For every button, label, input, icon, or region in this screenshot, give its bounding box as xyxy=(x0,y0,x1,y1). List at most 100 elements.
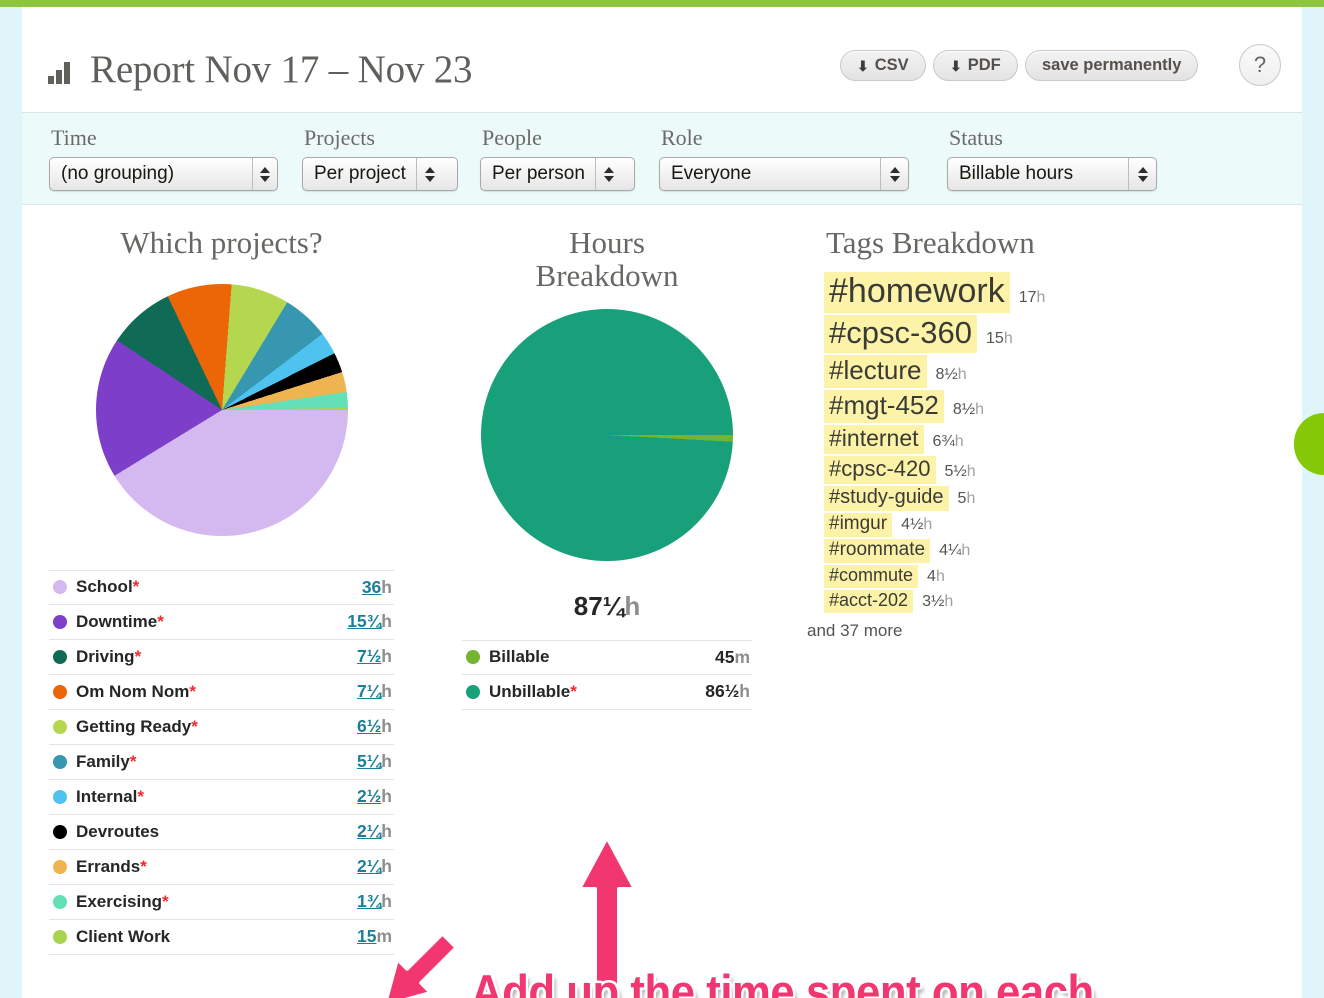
legend-item-label: Family* xyxy=(76,751,137,771)
tag-chip[interactable]: #roommate xyxy=(824,538,931,563)
billable-asterisk: * xyxy=(191,716,198,736)
legend-row[interactable]: Om Nom Nom* 7¼h xyxy=(49,675,394,710)
legend-row[interactable]: Downtime* 15¾h xyxy=(49,605,394,640)
tag-chip[interactable]: #commute xyxy=(824,564,919,588)
tag-value: 4½h xyxy=(901,515,933,533)
legend-item-label: Billable xyxy=(489,647,550,667)
tag-value-unit: h xyxy=(944,592,954,610)
tag-row: #mgt-452 8½h xyxy=(824,389,1204,423)
chevron-updown-icon xyxy=(252,158,277,190)
legend-value-unit: h xyxy=(381,786,392,807)
tag-row: #homework 17h xyxy=(824,271,1204,313)
legend-value-unit: h xyxy=(381,646,392,667)
tag-chip[interactable]: #cpsc-420 xyxy=(824,455,936,484)
tag-chip[interactable]: #acct-202 xyxy=(824,589,914,613)
legend-row[interactable]: Family* 5¼h xyxy=(49,745,394,780)
tag-value-unit: h xyxy=(966,462,976,480)
hours-total-value: 87¼ xyxy=(573,590,625,621)
projects-select[interactable]: Per project xyxy=(302,157,458,191)
projects-section-title: Which projects? xyxy=(120,225,323,260)
legend-row[interactable]: Client Work 15m xyxy=(49,920,394,955)
legend-item-value[interactable]: 15¾h xyxy=(347,611,392,632)
people-select[interactable]: Per person xyxy=(480,157,635,191)
tag-row: #cpsc-420 5½h xyxy=(824,455,1204,484)
legend-value-link[interactable]: 15¾ xyxy=(347,611,381,631)
filter-status: Status Billable hours xyxy=(909,113,1157,191)
filter-status-label: Status xyxy=(949,125,1003,150)
legend-item-value[interactable]: 7½h xyxy=(357,646,392,667)
hours-total: 87¼h xyxy=(462,591,752,622)
export-pdf-button[interactable]: ⬇ PDF xyxy=(933,50,1018,81)
tag-chip[interactable]: #cpsc-360 xyxy=(824,314,978,353)
tag-row: #internet 6¾h xyxy=(824,424,1204,454)
tag-value-unit: h xyxy=(957,365,967,383)
filter-bar: Time (no grouping) Projects Per project … xyxy=(22,113,1302,205)
tag-value: 4h xyxy=(927,567,945,585)
legend-item-value[interactable]: 2½h xyxy=(357,786,392,807)
filter-projects-label: Projects xyxy=(304,125,375,150)
legend-value-link[interactable]: 1¾ xyxy=(357,891,381,911)
hours-section: Hours Breakdown 87¼h Billable 45m Unbillab… xyxy=(462,226,752,710)
tag-chip[interactable]: #homework xyxy=(824,271,1010,313)
save-permanently-button[interactable]: save permanently xyxy=(1025,50,1199,81)
legend-row[interactable]: Getting Ready* 6½h xyxy=(49,710,394,745)
legend-value-link[interactable]: 2½ xyxy=(357,786,381,806)
role-select[interactable]: Everyone xyxy=(659,157,909,191)
billable-asterisk: * xyxy=(140,856,147,876)
status-select[interactable]: Billable hours xyxy=(947,157,1157,191)
legend-item-label: Client Work xyxy=(76,926,171,946)
help-button[interactable]: ? xyxy=(1239,44,1281,86)
filter-time: Time (no grouping) xyxy=(49,113,278,191)
legend-item-value[interactable]: 6½h xyxy=(357,716,392,737)
tag-value-unit: h xyxy=(966,489,976,507)
legend-value-unit: m xyxy=(376,926,392,947)
tag-chip[interactable]: #study-guide xyxy=(824,485,949,511)
legend-item-value[interactable]: 1¾h xyxy=(357,891,392,912)
report-panel: Report Nov 17 – Nov 23 ⬇ CSV ⬇ PDF save … xyxy=(22,7,1302,998)
filter-people: People Per person xyxy=(458,113,635,191)
legend-item-label: Unbillable* xyxy=(489,681,577,701)
time-grouping-select[interactable]: (no grouping) xyxy=(49,157,278,191)
legend-row[interactable]: Errands* 2¼h xyxy=(49,850,394,885)
legend-value-link[interactable]: 7½ xyxy=(357,646,381,666)
legend-value-link[interactable]: 15 xyxy=(357,926,376,946)
legend-value-link[interactable]: 2¼ xyxy=(357,856,381,876)
legend-item-label: Internal* xyxy=(76,786,145,806)
tag-value: 5h xyxy=(957,489,976,507)
legend-item-value[interactable]: 36h xyxy=(362,577,392,598)
legend-color-dot xyxy=(53,929,67,944)
tag-chip[interactable]: #mgt-452 xyxy=(824,389,944,423)
legend-value-unit: h xyxy=(739,681,750,702)
legend-row[interactable]: School* 36h xyxy=(49,569,394,605)
legend-item-value[interactable]: 5¼h xyxy=(357,751,392,772)
top-accent-bar xyxy=(0,0,1324,7)
chevron-updown-icon xyxy=(1128,158,1156,190)
legend-item-label: Errands* xyxy=(76,856,147,876)
legend-item-label: Driving* xyxy=(76,646,142,666)
legend-value-link[interactable]: 36 xyxy=(362,577,381,597)
legend-row[interactable]: Devroutes 2¼h xyxy=(49,815,394,850)
legend-row[interactable]: Exercising* 1¾h xyxy=(49,885,394,920)
legend-row[interactable]: Driving* 7½h xyxy=(49,640,394,675)
export-csv-button[interactable]: ⬇ CSV xyxy=(840,50,926,81)
legend-value-link[interactable]: 6½ xyxy=(357,716,381,736)
tag-chip[interactable]: #lecture xyxy=(824,354,927,388)
tag-chip[interactable]: #imgur xyxy=(824,512,893,537)
legend-item-value[interactable]: 7¼h xyxy=(357,681,392,702)
legend-item-value[interactable]: 2¼h xyxy=(357,856,392,877)
legend-row[interactable]: Internal* 2½h xyxy=(49,780,394,815)
legend-item-value[interactable]: 15m xyxy=(357,926,392,947)
time-grouping-value: (no grouping) xyxy=(61,163,175,184)
status-value: Billable hours xyxy=(959,163,1074,184)
projects-legend: School* 36h Downtime* 15¾h Driving* 7½h Om Nom… xyxy=(49,569,394,955)
tag-value: 15h xyxy=(986,329,1013,347)
hours-title-line2: Breakdown xyxy=(535,257,679,293)
tag-chip[interactable]: #internet xyxy=(824,424,924,454)
legend-value-link[interactable]: 2¼ xyxy=(357,821,381,841)
legend-value-link[interactable]: 5¼ xyxy=(357,751,381,771)
question-mark-icon: ? xyxy=(1253,52,1267,77)
tag-value: 8½h xyxy=(935,365,967,383)
legend-value-link[interactable]: 7¼ xyxy=(357,681,381,701)
legend-color-dot xyxy=(53,684,67,699)
legend-item-value[interactable]: 2¼h xyxy=(357,821,392,842)
